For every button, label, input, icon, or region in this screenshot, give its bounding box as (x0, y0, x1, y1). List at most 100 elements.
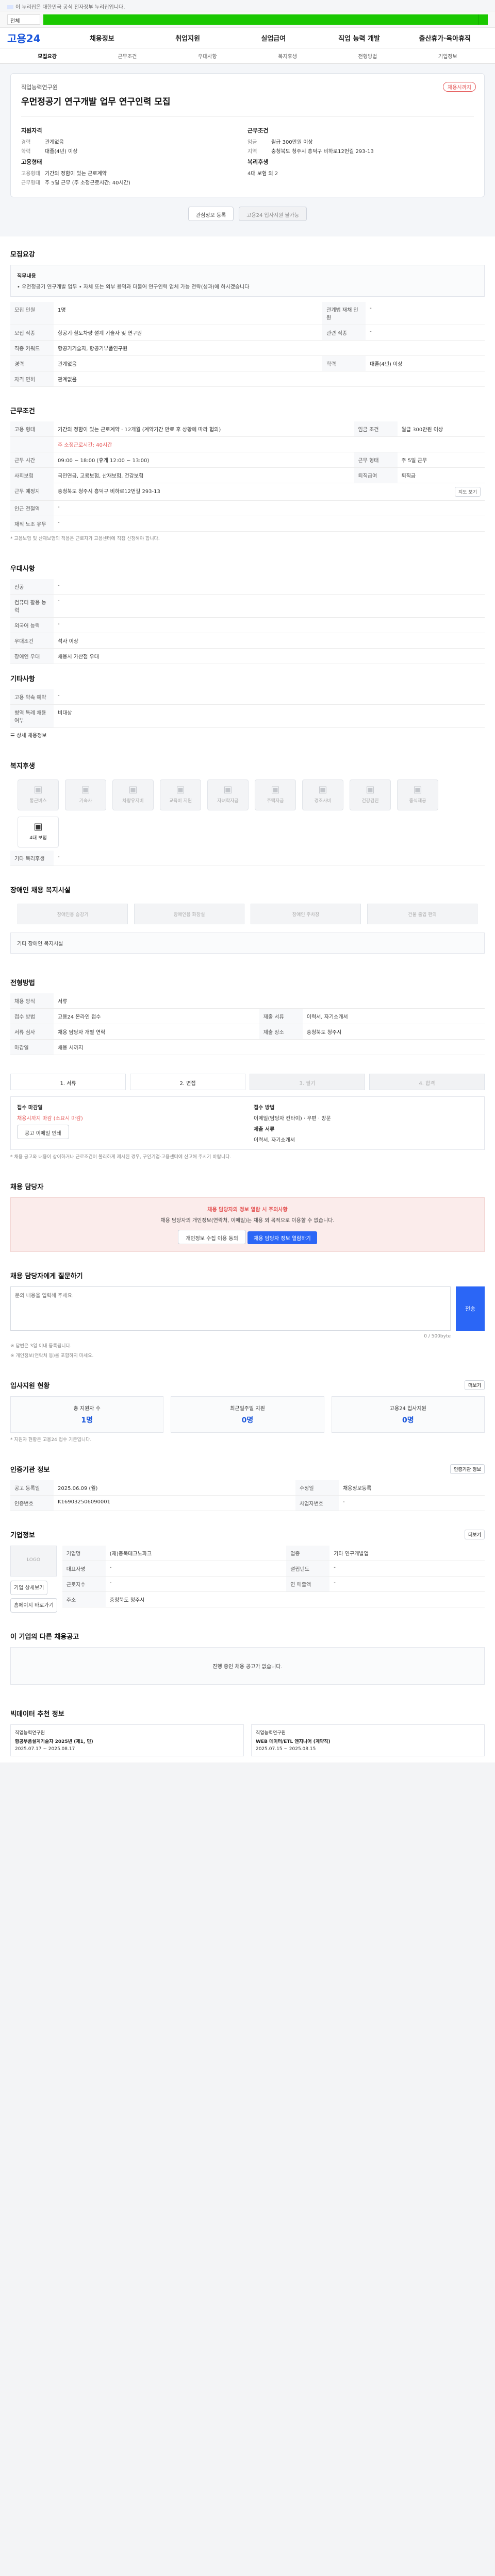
row-value: - (105, 1576, 287, 1592)
tab-item[interactable]: 근무조건 (87, 52, 167, 60)
row-key: 근무 예정지 (10, 483, 54, 501)
deadline-label: 접수 마감일 (17, 1105, 43, 1111)
search-input[interactable] (43, 14, 478, 25)
row-key: 퇴직급여 (354, 467, 398, 483)
rec-date: 2025.07.17 ~ 2025.08.17 (15, 1747, 75, 1752)
nav-item[interactable]: 취업지원 (145, 33, 230, 43)
process-table: 채용 방식 서류 접수 방법 고용24 온라인 접수 제출 서류 이력서, 자기소개서 … (10, 993, 485, 1055)
cond-heading: 근무조건 (248, 127, 269, 134)
recommend-section: 빅데이터 추천 정보 직업능력연구원 항공부품설계기술자 2025년 (제1, 민… (0, 1696, 495, 1762)
more-toggle[interactable]: ☰ 상세 채용정보 (10, 728, 485, 742)
more-link[interactable]: 더보기 (465, 1530, 485, 1539)
view-contact-button[interactable]: 채용 담당자 정보 열람하기 (247, 1231, 317, 1244)
map-button[interactable]: 지도 보기 (455, 487, 481, 497)
print-button[interactable]: 공고 이메일 인쇄 (17, 1125, 69, 1139)
steps-section: 1. 서류 2. 면접 3. 필기 4. 합격 접수 마감일 채용시까지 마감 … (0, 1061, 495, 1169)
row-value: 충청북도 청주시 흥덕구 비하로12번길 293-13 (58, 489, 160, 495)
row-value: 고용24 온라인 접수 (54, 1008, 259, 1024)
warning-title: 채용 담당자의 정보 열람 시 주의사항 (207, 1207, 288, 1213)
welfare-label: 중식제공 (409, 799, 426, 804)
search-bar: 전체 (0, 11, 495, 28)
company-detail-button[interactable]: 기업 상세보기 (10, 1581, 48, 1595)
welfare-dorm-icon: ▣ 기숙사 (65, 779, 106, 810)
card-label: 총 지원자 수 (73, 1406, 101, 1412)
site-logo[interactable]: 고용24 (7, 30, 41, 45)
page-footer (0, 1762, 495, 1793)
welfare-car-icon: ▣ 차량유지비 (112, 779, 154, 810)
job-summary-card: 채용시까지 직업능력연구원 우먼정공기 연구개발 업무 연구인력 모집 지원자격… (10, 73, 485, 197)
rec-company: 직업능력연구원 (256, 1731, 286, 1736)
search-select[interactable]: 전체 (7, 14, 40, 25)
company-name[interactable]: 직업능력연구원 (21, 83, 474, 91)
row-value: 충청북도 청주시 (105, 1591, 485, 1607)
same-company-section: 이 기업의 다른 채용공고 진행 중인 채용 공고가 없습니다. (0, 1619, 495, 1696)
save-interest-button[interactable]: 관심정보 등록 (188, 207, 234, 221)
job-header: 채용시까지 직업능력연구원 우먼정공기 연구개발 업무 연구인력 모집 지원자격… (0, 64, 495, 236)
section-subtitle: 기타사항 (10, 675, 35, 683)
row-value: - (54, 500, 485, 516)
row-value: 항공기·철도차량 설계 기술자 및 연구원 (54, 325, 323, 341)
row-value: - (329, 1576, 485, 1592)
question-input[interactable] (10, 1286, 451, 1331)
row-key: 공고 등록일 (10, 1480, 54, 1496)
apply-button: 고용24 입사지원 불가능 (239, 207, 307, 221)
kv-value: 월급 300만원 이상 (271, 140, 313, 145)
row-value: 2025.06.09 (월) (54, 1480, 295, 1496)
welfare-label: 주택자금 (267, 799, 284, 804)
row-key: 관계법 재채 인원 (322, 302, 366, 325)
tab-item[interactable]: 우대사항 (168, 52, 248, 60)
nav-item[interactable]: 출산휴가·육아휴직 (402, 33, 488, 43)
consent-button[interactable]: 개인정보 수집 이용 동의 (178, 1230, 246, 1244)
byte-counter: 0 / 500byte (424, 1334, 451, 1339)
kv-key: 학력 (21, 149, 31, 155)
work-section: 근무조건 고용 형태 기간의 정함이 있는 근로계약 · 12개월 (계약기간 만… (0, 393, 495, 551)
row-value: 주 5일 근무 (397, 452, 485, 468)
more-link[interactable]: 더보기 (465, 1380, 485, 1390)
elevator-icon: 장애인용 승강기 (18, 904, 128, 924)
homepage-button[interactable]: 홈페이지 바로가기 (10, 1598, 57, 1613)
tab-item[interactable]: 기업정보 (408, 52, 488, 60)
empty-message: 진행 중인 채용 공고가 없습니다. (10, 1647, 485, 1685)
tab-item[interactable]: 전형방법 (327, 52, 407, 60)
row-value: 이력서, 자기소개서 (302, 1008, 485, 1024)
welfare-label: 통근버스 (29, 799, 47, 804)
tab-item[interactable]: 복지후생 (248, 52, 327, 60)
question-note: ※ 개인정보(연락처 등)를 포함하지 마세요. (10, 1353, 94, 1359)
toilet-icon: 장애인용 화장실 (134, 904, 244, 924)
row-value: - (338, 1495, 485, 1511)
kv-value: 주 5일 근무 (주 소정근로시간: 40시간) (45, 180, 130, 186)
nav-item[interactable]: 채용정보 (59, 33, 145, 43)
job-desc: • 우먼정공기 연구개발 업무 • 자체 또는 외부 용역과 더불어 연구인력 … (17, 284, 250, 290)
welfare-label: 건강검진 (361, 799, 379, 804)
recommend-card[interactable]: 직업능력연구원 WEB 데이터/ETL 엔지니어 (계약직) 2025.07.15 … (251, 1724, 485, 1756)
status-card: 총 지원자 수 1명 (10, 1396, 164, 1433)
row-key: 대표자명 (62, 1561, 106, 1577)
process-steps: 1. 서류 2. 면접 3. 필기 4. 합격 (10, 1074, 485, 1090)
status-note: * 지원자 현황은 고용24 접수 기준입니다. (10, 1437, 92, 1443)
row-value: 채용 담당자 개별 연락 (54, 1024, 259, 1040)
step-item: 1. 서류 (10, 1074, 126, 1090)
company-section: 기업정보 더보기 LOGO 기업 상세보기 홈페이지 바로가기 기업명 (재)충북테… (0, 1517, 495, 1619)
nav-item[interactable]: 직업 능력 개발 (316, 33, 402, 43)
status-card: 최근일주일 지원 0명 (171, 1396, 324, 1433)
company-table: 기업명 (재)충북테크노파크 업종 기타 연구개발업 대표자명 - 설립년도 - 근로자수 -… (62, 1546, 485, 1607)
row-value: 월급 300만원 이상 (397, 421, 485, 437)
search-icon[interactable] (478, 14, 488, 25)
cert-button[interactable]: 인증기관 정보 (450, 1464, 485, 1474)
row-value: 비대상 (54, 704, 485, 728)
send-button[interactable]: 전송 (456, 1286, 485, 1331)
kv-key: 지역 (248, 149, 257, 155)
welfare-label: 4대 보험 (29, 836, 47, 841)
row-key: 마감일 (10, 1039, 54, 1055)
welfare-label: 자녀학자금 (217, 799, 239, 804)
row-key: 컴퓨터 활용 능력 (10, 594, 54, 618)
recommend-card[interactable]: 직업능력연구원 항공부품설계기술자 2025년 (제1, 민) 2025.07.17… (10, 1724, 244, 1756)
nav-item[interactable]: 실업급여 (230, 33, 316, 43)
row-key: 서류 심사 (10, 1024, 54, 1040)
row-key: 사업자번호 (295, 1495, 339, 1511)
section-title: 장애인 채용 복지시설 (10, 887, 71, 894)
row-key: 기업명 (62, 1546, 106, 1561)
row-key: 근무 형태 (354, 452, 398, 468)
work-table: 고용 형태 기간의 정함이 있는 근로계약 · 12개월 (계약기간 만료 후 상… (10, 421, 485, 532)
tab-item[interactable]: 모집요강 (7, 52, 87, 60)
